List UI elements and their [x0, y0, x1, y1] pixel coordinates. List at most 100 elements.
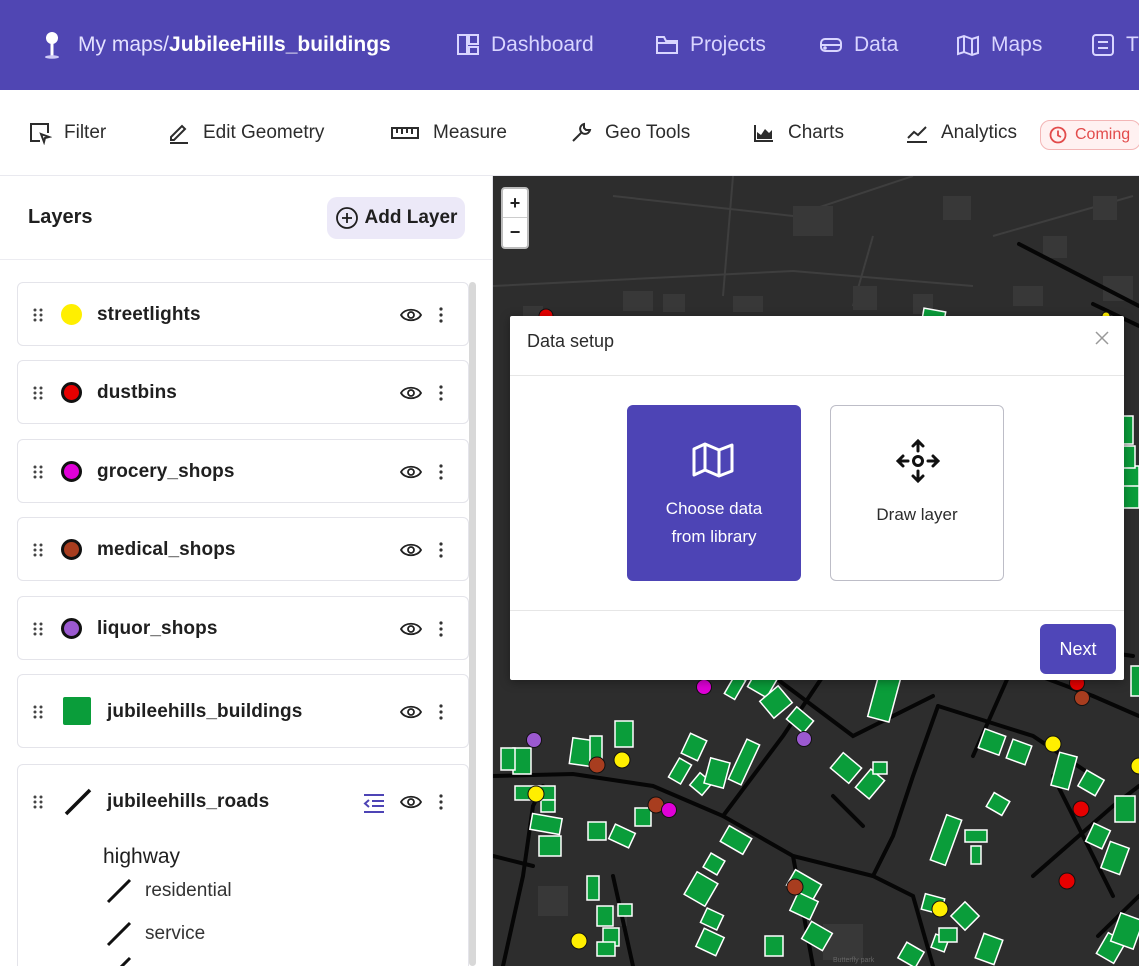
nav-overflow-item[interactable]: T — [1090, 30, 1139, 60]
drag-handle-icon[interactable] — [32, 385, 44, 401]
top-navigation-bar: My maps/ JubileeHills_buildings Dashboar… — [0, 0, 1139, 90]
legend-title: highway — [103, 845, 181, 868]
library-option-line1: Choose data — [665, 499, 763, 518]
map-icon — [692, 442, 734, 478]
dialog-footer-divider — [510, 610, 1124, 611]
drag-handle-icon[interactable] — [32, 794, 44, 810]
legend-item-partial — [105, 955, 145, 966]
analytics-tool[interactable]: Analytics — [905, 116, 1017, 150]
edit-geometry-tool[interactable]: Edit Geometry — [167, 116, 324, 150]
layer-color-swatch — [61, 618, 82, 639]
zoom-out-button[interactable]: − — [503, 218, 527, 247]
data-setup-dialog: Data setup Choose data from library Draw… — [510, 316, 1124, 680]
nav-dashboard[interactable]: Dashboard — [455, 30, 594, 60]
pencil-icon — [170, 124, 188, 144]
geo-tools-label: Geo Tools — [605, 122, 691, 143]
layer-color-swatch — [61, 382, 82, 403]
eye-icon[interactable] — [400, 463, 422, 481]
map-place-label: Butterfly park — [833, 957, 875, 964]
measure-label: Measure — [433, 122, 507, 143]
measure-tool[interactable]: Measure — [389, 116, 507, 150]
layer-item-medical-shops[interactable]: medical_shops — [17, 517, 469, 581]
line-symbol-icon — [106, 878, 132, 904]
layer-item-jubileehills-roads[interactable]: jubileehills_roads highway residential s… — [17, 764, 469, 966]
coming-soon-label: Coming — [1075, 126, 1131, 143]
draw-layer-option[interactable]: Draw layer — [830, 405, 1004, 581]
layer-name: grocery_shops — [97, 461, 235, 482]
nav-overflow-label: T — [1126, 33, 1139, 56]
legend-item-label: residential — [145, 880, 232, 901]
breadcrumb-current: JubileeHills_buildings — [169, 33, 391, 56]
map-pin-icon — [45, 32, 59, 59]
layer-item-streetlights[interactable]: streetlights — [17, 282, 469, 346]
drag-handle-icon[interactable] — [32, 542, 44, 558]
edit-geometry-label: Edit Geometry — [203, 122, 325, 143]
dialog-divider — [510, 375, 1124, 376]
legend-item-service: service — [105, 920, 205, 948]
breadcrumb: My maps/ JubileeHills_buildings — [40, 30, 391, 60]
legend-toggle-icon[interactable] — [362, 792, 386, 814]
dialog-title: Data setup — [527, 331, 615, 351]
nav-data[interactable]: Data — [818, 30, 898, 60]
layer-name: jubileehills_roads — [107, 791, 270, 812]
folder-icon — [656, 36, 678, 54]
dashboard-icon — [457, 34, 479, 55]
charts-tool[interactable]: Charts — [752, 116, 844, 150]
layer-name: jubileehills_buildings — [107, 701, 303, 722]
zoom-control: + − — [501, 187, 529, 249]
line-symbol-icon — [64, 788, 92, 816]
drag-handle-icon[interactable] — [32, 464, 44, 480]
layer-name: streetlights — [97, 304, 201, 325]
layer-item-grocery-shops[interactable]: grocery_shops — [17, 439, 469, 503]
layers-scrollbar[interactable] — [469, 282, 476, 966]
nav-maps-label: Maps — [991, 33, 1043, 56]
layer-name: dustbins — [97, 382, 177, 403]
nav-maps[interactable]: Maps — [955, 30, 1042, 60]
nav-projects[interactable]: Projects — [654, 30, 766, 60]
plus-circle-icon — [335, 207, 358, 229]
move-arrows-icon — [895, 438, 941, 484]
choose-from-library-option[interactable]: Choose data from library — [627, 405, 801, 581]
wrench-icon — [572, 122, 592, 142]
add-layer-label: Add Layer — [364, 207, 458, 228]
more-options-icon[interactable] — [435, 620, 447, 638]
drag-handle-icon[interactable] — [32, 307, 44, 323]
line-symbol-icon — [119, 956, 132, 966]
eye-icon[interactable] — [400, 384, 422, 402]
zoom-in-button[interactable]: + — [503, 189, 527, 218]
map-toolbar: Filter Edit Geometry Measure Geo Tools C… — [0, 90, 1139, 176]
layer-item-dustbins[interactable]: dustbins — [17, 360, 469, 424]
drag-handle-icon[interactable] — [32, 704, 44, 720]
next-button[interactable]: Next — [1040, 624, 1116, 674]
more-options-icon[interactable] — [435, 703, 447, 721]
more-options-icon[interactable] — [435, 384, 447, 402]
more-options-icon[interactable] — [435, 793, 447, 811]
eye-icon[interactable] — [400, 793, 422, 811]
breadcrumb-root[interactable]: My maps/ — [78, 33, 169, 57]
eye-icon[interactable] — [400, 620, 422, 638]
database-icon — [820, 38, 842, 52]
charts-label: Charts — [788, 122, 844, 143]
more-options-icon[interactable] — [435, 463, 447, 481]
layer-item-jubileehills-buildings[interactable]: jubileehills_buildings — [17, 674, 469, 748]
eye-icon[interactable] — [400, 306, 422, 324]
layer-color-swatch — [61, 539, 82, 560]
layers-panel-header: Layers Add Layer — [0, 176, 492, 260]
more-options-icon[interactable] — [435, 306, 447, 324]
nav-projects-label: Projects — [690, 33, 766, 56]
eye-icon[interactable] — [400, 541, 422, 559]
ruler-icon — [391, 127, 419, 139]
more-options-icon[interactable] — [435, 541, 447, 559]
eye-icon[interactable] — [400, 703, 422, 721]
drag-handle-icon[interactable] — [32, 621, 44, 637]
draw-option-label: Draw layer — [876, 505, 958, 524]
filter-tool[interactable]: Filter — [28, 116, 106, 150]
close-icon[interactable] — [1092, 328, 1112, 348]
add-layer-button[interactable]: Add Layer — [327, 197, 465, 239]
layer-item-liquor-shops[interactable]: liquor_shops — [17, 596, 469, 660]
legend-item-label: service — [145, 923, 206, 944]
layer-color-swatch — [61, 461, 82, 482]
geo-tools-tool[interactable]: Geo Tools — [569, 116, 690, 150]
analytics-label: Analytics — [941, 122, 1018, 143]
trend-line-icon — [907, 126, 927, 143]
